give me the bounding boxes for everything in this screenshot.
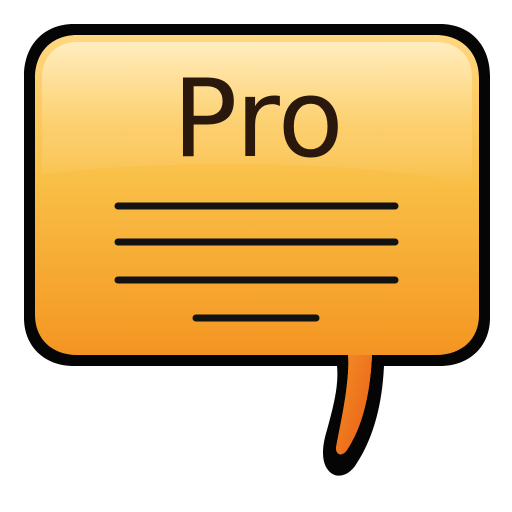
- app-icon: Pro: [0, 0, 512, 512]
- pro-label: Pro: [172, 57, 343, 182]
- speech-bubble-icon: Pro: [24, 24, 490, 476]
